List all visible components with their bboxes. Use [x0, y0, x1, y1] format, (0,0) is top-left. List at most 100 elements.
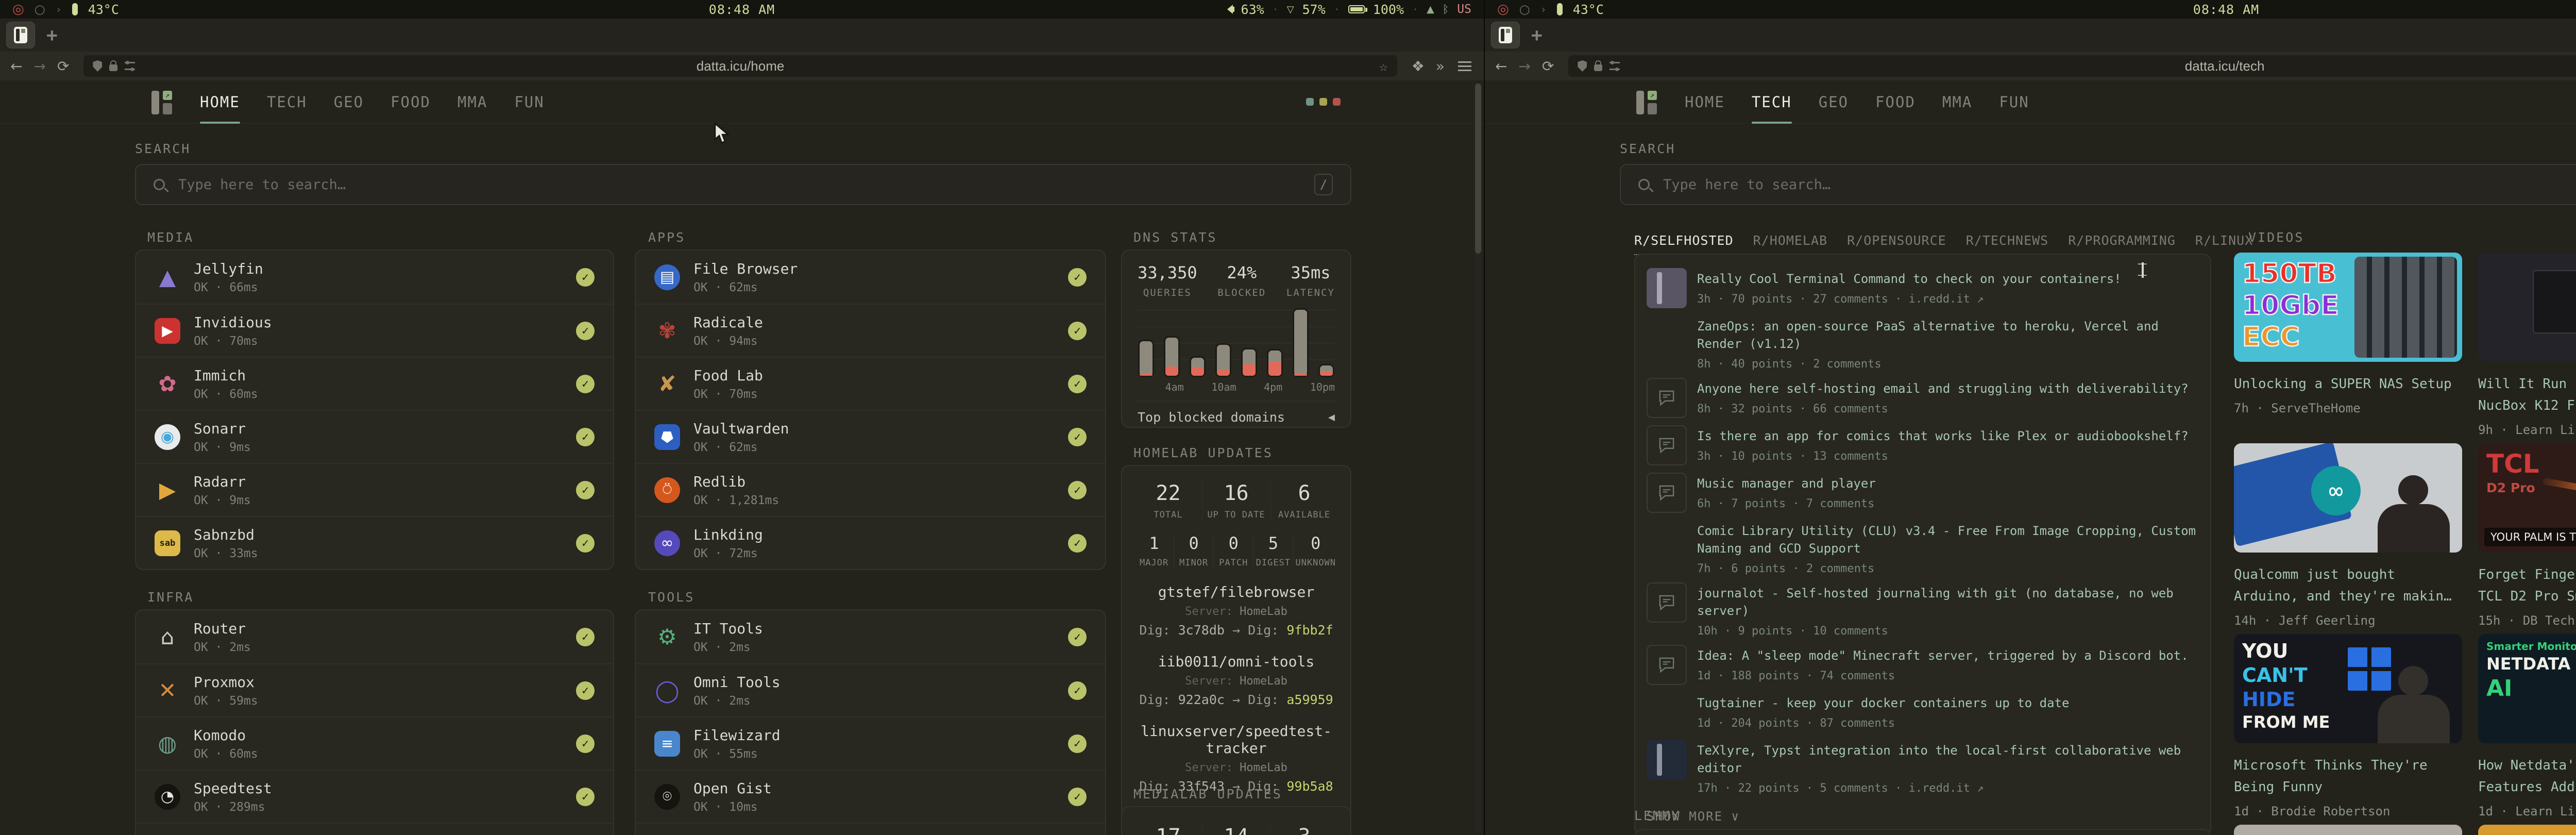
reddit-post[interactable]: Is there an app for comics that works li…	[1647, 425, 2199, 465]
tab-food[interactable]: FOOD	[391, 80, 431, 124]
update-entry[interactable]: linuxserver/speedtest-trackerServer: Hom…	[1134, 723, 1338, 794]
service-row[interactable]: ⬟VaultwardenOK · 62ms✓	[636, 410, 1105, 463]
video-card[interactable]: ∞Qualcomm just bought Arduino, and they'…	[2234, 443, 2462, 628]
top-blocked-domains-toggle[interactable]: Top blocked domains◀	[1138, 400, 1335, 425]
service-row[interactable]: ⍥RedlibOK · 1,281ms✓	[636, 463, 1105, 516]
status-dot-icon[interactable]	[1333, 98, 1341, 106]
service-row[interactable]: ⌂RouterOK · 2ms✓	[136, 610, 613, 663]
video-card[interactable]: YOUCAN'THIDEFROM MEMicrosoft Thinks They…	[2234, 634, 2462, 819]
subreddit-tab-rtechnews[interactable]: R/TECHNEWS	[1966, 233, 2049, 255]
service-row[interactable]: ✘Food LabOK · 70ms✓	[636, 357, 1105, 410]
new-tab-button[interactable]: +	[46, 25, 58, 46]
menu-icon[interactable]	[1458, 65, 1471, 67]
service-row[interactable]: ◯Omni ToolsOK · 2ms✓	[636, 663, 1105, 716]
dns-summary: 33,350QUERIES24%BLOCKED35msLATENCY	[1138, 263, 1335, 298]
tab-home[interactable]: HOME	[200, 80, 240, 124]
status-dot-icon[interactable]	[1319, 98, 1327, 106]
site-settings-icon[interactable]	[1609, 62, 1620, 70]
subreddit-tab-rprogramming[interactable]: R/PROGRAMMING	[2068, 233, 2176, 255]
reddit-post[interactable]: Anyone here self-hosting email and strug…	[1647, 378, 2199, 418]
dashboard-logo-icon[interactable]: ↗	[151, 91, 172, 114]
video-card[interactable]: TCLD2 ProYOUR PALM IS THE KEYForget Fing…	[2478, 443, 2576, 628]
subreddit-tab-rlinux[interactable]: R/LINUX	[2195, 233, 2253, 255]
overflow-icon[interactable]: »	[1436, 58, 1445, 75]
site-settings-icon[interactable]	[125, 62, 135, 70]
omni-tools-icon: ◯	[654, 678, 680, 704]
subreddit-tab-rselfhosted[interactable]: R/SELFHOSTED	[1634, 233, 1734, 255]
dashboard-logo-icon[interactable]: ↗	[1636, 91, 1657, 114]
dns-bar	[1243, 349, 1256, 376]
service-row[interactable]: sabSabnzbdOK · 33ms✓	[136, 516, 613, 569]
reddit-post[interactable]: Comic Library Utility (CLU) v3.4 - Free …	[1647, 520, 2199, 575]
reddit-show-more[interactable]: SHOW MORE ∨	[1647, 809, 2199, 824]
tab-mma[interactable]: MMA	[1942, 80, 1972, 124]
tab-fun[interactable]: FUN	[514, 80, 544, 124]
service-row[interactable]: ✾RadicaleOK · 94ms✓	[636, 304, 1105, 357]
separator-dot: ·	[1334, 3, 1340, 15]
status-dot-icon[interactable]	[1306, 98, 1314, 106]
service-row[interactable]: ∞LinkdingOK · 72ms✓	[636, 516, 1105, 569]
post-title: Comic Library Utility (CLU) v3.4 - Free …	[1697, 520, 2199, 557]
url-bar[interactable]: datta.icu/tech ☆	[1568, 55, 2576, 77]
brightness-icon: ▽	[1287, 4, 1294, 15]
service-row[interactable]: ✿ImmichOK · 60ms✓	[136, 357, 613, 410]
dns-bar-blocked	[1294, 374, 1307, 376]
service-row[interactable]: ◔SpeedtestOK · 289ms✓	[136, 770, 613, 823]
service-row[interactable]: ◉SonarrOK · 9ms✓	[136, 410, 613, 463]
back-button[interactable]: ←	[1495, 58, 1507, 75]
tools-label: TOOLS	[648, 590, 694, 605]
service-row[interactable]: ≡FilewizardOK · 55ms✓	[636, 716, 1105, 770]
service-status: OK · 10ms	[693, 800, 772, 814]
dns-bar	[1294, 310, 1307, 376]
service-row[interactable]: ◍KomodoOK · 60ms✓	[136, 716, 613, 770]
reload-button[interactable]: ⟳	[57, 58, 69, 75]
service-row[interactable]: ✕ProxmoxOK · 59ms✓	[136, 663, 613, 716]
update-entry[interactable]: iib0011/omni-toolsServer: HomeLabDig: 92…	[1134, 653, 1338, 707]
tab-tech[interactable]: TECH	[267, 80, 307, 124]
tab-home[interactable]: HOME	[1685, 80, 1725, 124]
forward-button[interactable]: →	[33, 58, 45, 75]
tab-food[interactable]: FOOD	[1875, 80, 1916, 124]
video-card[interactable]: Will It Run Linux? GMKTec NucBox K12 Ful…	[2478, 253, 2576, 437]
reddit-post[interactable]: ZaneOps: an open-source PaaS alternative…	[1647, 315, 2199, 371]
subreddit-tab-rhomelab[interactable]: R/HOMELAB	[1753, 233, 1827, 255]
reload-button[interactable]: ⟳	[1542, 58, 1554, 75]
new-tab-button[interactable]: +	[1531, 25, 1543, 46]
reddit-post[interactable]: TeXlyre, Typst integration into the loca…	[1647, 740, 2199, 795]
reddit-post[interactable]: Really Cool Terminal Command to check on…	[1647, 268, 2199, 308]
reddit-post[interactable]: Tugtainer - keep your docker containers …	[1647, 692, 2199, 732]
forward-button[interactable]: →	[1518, 58, 1530, 75]
extensions-icon[interactable]: ❖	[1412, 58, 1425, 75]
tab-tech[interactable]: TECH	[1752, 80, 1792, 124]
subreddit-tab-ropensource[interactable]: R/OPENSOURCE	[1847, 233, 1946, 255]
reddit-post[interactable]: Idea: A "sleep mode" Minecraft server, t…	[1647, 645, 2199, 685]
tab-fun[interactable]: FUN	[1999, 80, 2029, 124]
video-card[interactable]: 150TB10GbEECCUnlocking a SUPER NAS Setup…	[2234, 253, 2462, 415]
service-row[interactable]: ▶RadarrOK · 9ms✓	[136, 463, 613, 516]
tab-mma[interactable]: MMA	[457, 80, 487, 124]
service-row[interactable]: ▲JellyfinOK · 66ms✓	[136, 250, 613, 304]
post-link[interactable]: i.redd.it ↗	[1909, 782, 1984, 795]
service-row[interactable]: ▶InvidiousOK · 70ms✓	[136, 304, 613, 357]
service-row[interactable]: ▤File BrowserOK · 62ms✓	[636, 250, 1105, 304]
tab-geo[interactable]: GEO	[334, 80, 364, 124]
comment-bubble-icon	[1647, 582, 1687, 623]
reddit-post[interactable]: Music manager and player6h · 7 points · …	[1647, 473, 2199, 513]
bookmark-star-icon[interactable]: ☆	[1379, 58, 1388, 75]
browser-tab[interactable]	[6, 22, 35, 48]
scrollbar[interactable]	[1475, 84, 1481, 832]
url-bar[interactable]: datta.icu/home ☆	[83, 55, 1397, 77]
back-button[interactable]: ←	[10, 58, 22, 75]
search-input[interactable]: Type here to search… /	[1620, 164, 2576, 205]
tab-geo[interactable]: GEO	[1819, 80, 1849, 124]
service-row[interactable]: ⚙IT ToolsOK · 2ms✓	[636, 610, 1105, 663]
service-row[interactable]: ⌾Open GistOK · 10ms✓	[636, 770, 1105, 823]
reddit-post[interactable]: journalot - Self-hosted journaling with …	[1647, 582, 2199, 638]
search-input[interactable]: Type here to search… /	[135, 164, 1351, 205]
video-card[interactable]: Smarter Monitoring with:NETDATAAIHow Net…	[2478, 634, 2576, 819]
post-link[interactable]: i.redd.it ↗	[1909, 293, 1984, 306]
shield-icon[interactable]	[1578, 60, 1587, 72]
shield-icon[interactable]	[93, 60, 102, 72]
update-entry[interactable]: gtstef/filebrowserServer: HomeLabDig: 3c…	[1134, 583, 1338, 638]
browser-tab[interactable]	[1491, 22, 1520, 48]
